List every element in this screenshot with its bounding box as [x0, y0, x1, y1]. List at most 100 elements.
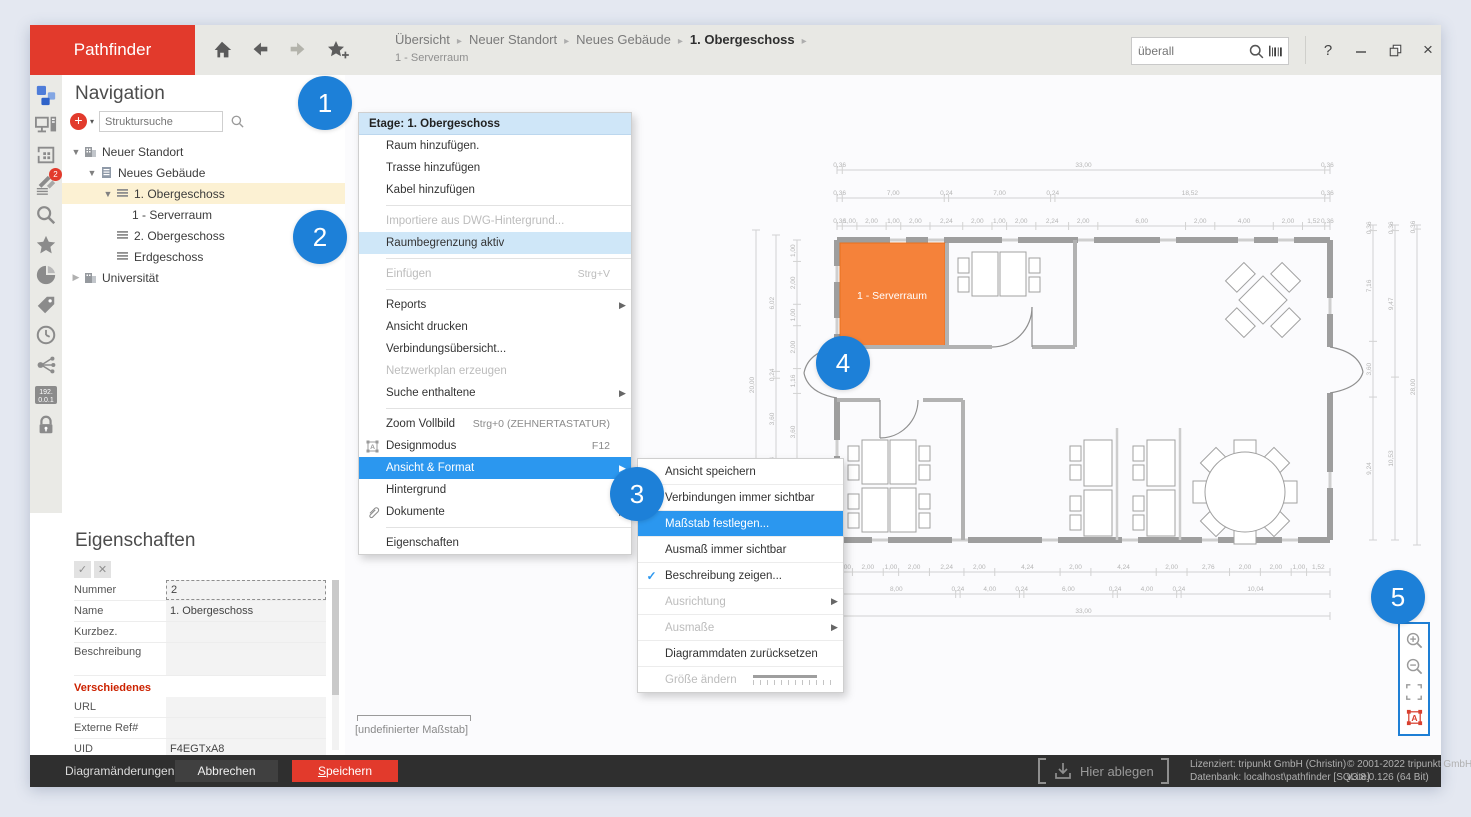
submenu-item-ausmass-sichtbar[interactable]: Ausmaß immer sichtbar [638, 537, 843, 563]
expander-open-icon[interactable]: ▼ [86, 168, 98, 178]
tree-item-neuer-standort[interactable]: ▼ Neuer Standort [62, 141, 345, 162]
breadcrumb-item[interactable]: Neues Gebäude [576, 32, 671, 47]
zoom-fit-button[interactable] [1403, 681, 1425, 703]
menu-item-reports[interactable]: Reports▶ [359, 294, 631, 316]
size-slider[interactable] [753, 675, 835, 685]
module-tags-button[interactable] [34, 293, 58, 317]
save-button[interactable]: Speichern [292, 760, 398, 782]
expander-closed-icon[interactable]: ▶ [70, 272, 82, 283]
svg-text:1,00: 1,00 [887, 218, 900, 225]
menu-item-eigenschaften[interactable]: Eigenschaften [359, 532, 631, 554]
menu-item-raumbegrenzung-aktiv[interactable]: Raumbegrenzung aktiv [359, 232, 631, 254]
svg-text:0,24: 0,24 [1015, 586, 1028, 593]
property-value-field[interactable] [166, 622, 326, 642]
module-search-button[interactable] [34, 203, 58, 227]
help-button[interactable]: ? [1315, 39, 1341, 61]
floor-icon [114, 229, 130, 242]
menu-item-ansicht-format[interactable]: Ansicht & Format▶ [359, 457, 631, 479]
tree-item-neues-gebaeude[interactable]: ▼ Neues Gebäude [62, 162, 345, 183]
property-value-field[interactable]: 1. Obergeschoss [166, 601, 326, 621]
property-value-field[interactable] [166, 697, 326, 717]
drop-zone[interactable]: Hier ablegen [1038, 758, 1169, 784]
menu-item-dokumente[interactable]: Dokumente▶ [359, 501, 631, 523]
breadcrumb-item[interactable]: Neuer Standort [469, 32, 557, 47]
tree-item-universitaet[interactable]: ▶ Universität [62, 267, 345, 288]
submenu-item-massstab-festlegen[interactable]: Maßstab festlegen... [638, 511, 843, 537]
breadcrumb-separator-icon: ▸ [678, 36, 683, 47]
module-favorites-button[interactable] [34, 233, 58, 257]
menu-item-hintergrund[interactable]: Hintergrund▶ [359, 479, 631, 501]
svg-text:2,00: 2,00 [790, 340, 797, 353]
tree-item-1-obergeschoss[interactable]: ▼ 1. Obergeschoss [62, 183, 345, 204]
ip-address-icon: 192.0.0.1 [34, 384, 58, 406]
submenu-item-ansicht-speichern[interactable]: Ansicht speichern [638, 459, 843, 485]
module-history-button[interactable] [34, 323, 58, 347]
home-button[interactable] [208, 37, 236, 63]
expander-open-icon[interactable]: ▼ [102, 189, 114, 199]
module-navigation-button[interactable] [34, 83, 58, 107]
menu-item-trasse-hinzufuegen[interactable]: Trasse hinzufügen [359, 157, 631, 179]
breadcrumb-item[interactable]: Übersicht [395, 32, 450, 47]
svg-text:2,00: 2,00 [1015, 218, 1028, 225]
breadcrumb-subitem[interactable]: 1 - Serverraum [395, 52, 468, 64]
structure-search-input[interactable] [99, 111, 223, 132]
callout-badge-2: 2 [293, 210, 347, 264]
module-reports-button[interactable] [34, 263, 58, 287]
module-tools-button[interactable]: 2 [34, 173, 58, 197]
design-mode-icon: A [1405, 708, 1424, 727]
property-row: URL [74, 697, 326, 718]
submenu-item-beschreibung-zeigen[interactable]: ✓Beschreibung zeigen... [638, 563, 843, 589]
home-icon [211, 39, 233, 61]
barcode-scan-icon[interactable] [1268, 43, 1284, 59]
global-search [1131, 37, 1289, 65]
discard-button[interactable]: ✕ [94, 561, 111, 578]
expander-open-icon[interactable]: ▼ [70, 147, 82, 157]
app-window: Pathfinder Übersicht▸Neuer Standort▸Neue… [30, 25, 1441, 787]
property-value-field[interactable] [166, 718, 326, 738]
minimize-button[interactable] [1348, 39, 1374, 61]
zoom-out-button[interactable] [1403, 655, 1425, 677]
design-mode-button[interactable]: A [1403, 706, 1425, 728]
menu-item-verbindungsuebersicht[interactable]: Verbindungsübersicht... [359, 338, 631, 360]
menu-item-ansicht-drucken[interactable]: Ansicht drucken [359, 316, 631, 338]
global-search-input[interactable] [1132, 44, 1248, 58]
module-topology-button[interactable] [34, 353, 58, 377]
search-icon[interactable] [1248, 43, 1265, 60]
module-ip-addresses-button[interactable]: 192.0.0.1 [34, 383, 58, 407]
submenu-item-diagrammdaten-zuruecksetzen[interactable]: Diagrammdaten zurücksetzen [638, 641, 843, 667]
app-name: Pathfinder [74, 40, 152, 60]
desk-group [1070, 440, 1112, 536]
add-dropdown-icon[interactable]: ▾ [90, 117, 94, 126]
callout-badge-3: 3 [610, 467, 664, 521]
add-button[interactable]: + [70, 113, 87, 130]
property-value-field[interactable] [166, 643, 326, 675]
breadcrumb-item-current[interactable]: 1. Obergeschoss [690, 32, 795, 47]
menu-item-suche-enthaltene[interactable]: Suche enthaltene▶ [359, 382, 631, 404]
cancel-button[interactable]: Abbrechen [175, 760, 278, 782]
search-icon [35, 204, 57, 226]
menu-item-designmodus[interactable]: A DesignmodusF12 [359, 435, 631, 457]
menu-item-raum-hinzufuegen[interactable]: Raum hinzufügen. [359, 135, 631, 157]
svg-text:4,00: 4,00 [983, 586, 996, 593]
close-button[interactable]: × [1415, 39, 1441, 61]
apply-button[interactable]: ✓ [74, 561, 91, 578]
module-security-button[interactable] [34, 413, 58, 437]
scrollbar-thumb[interactable] [332, 580, 339, 695]
floor-plan[interactable]: 0,3633,000,36 0,367,000,247,000,2418,520… [740, 140, 1440, 640]
svg-text:6,00: 6,00 [1062, 586, 1075, 593]
module-floorplan-button[interactable] [34, 143, 58, 167]
zoom-in-button[interactable] [1403, 630, 1425, 652]
property-value-field[interactable]: 2 [166, 580, 326, 600]
search-icon[interactable] [230, 114, 245, 129]
favorite-add-button[interactable] [322, 37, 354, 63]
submenu-item-verbindungen-sichtbar[interactable]: Verbindungen immer sichtbar [638, 485, 843, 511]
forward-button[interactable] [284, 37, 312, 63]
restore-button[interactable] [1382, 39, 1408, 61]
zoom-in-icon [1405, 631, 1424, 650]
property-row: Name 1. Obergeschoss [74, 601, 326, 622]
menu-item-zoom-vollbild[interactable]: Zoom VollbildStrg+0 (ZEHNERTASTATUR) [359, 413, 631, 435]
module-devices-button[interactable] [34, 113, 58, 137]
menu-item-kabel-hinzufuegen[interactable]: Kabel hinzufügen [359, 179, 631, 201]
back-button[interactable] [246, 37, 274, 63]
server-room[interactable]: 1 - Serverraum [840, 243, 945, 347]
